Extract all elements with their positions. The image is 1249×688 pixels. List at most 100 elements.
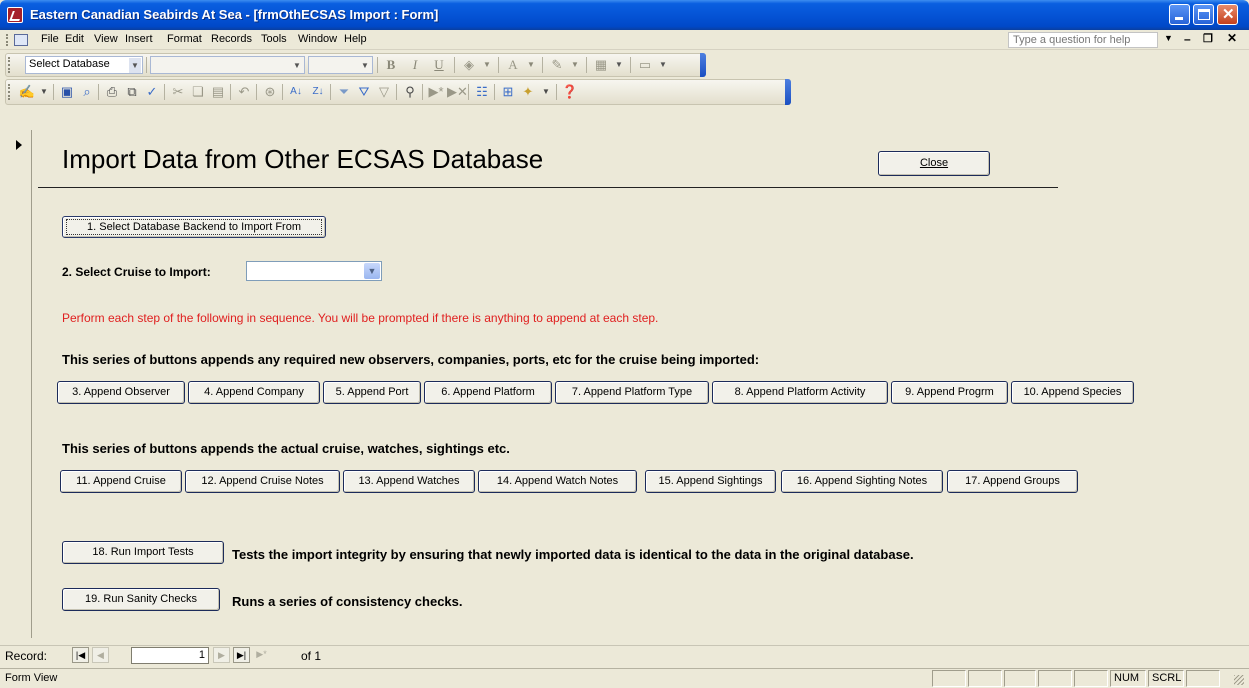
spelling-icon[interactable]: ✓ [143,83,161,101]
filter-by-form-icon[interactable]: ⛛ [355,83,373,101]
append-watches-button[interactable]: 13. Append Watches [343,470,475,493]
append-species-button[interactable]: 10. Append Species [1011,381,1134,404]
append-program-button[interactable]: 9. Append Progrm [891,381,1008,404]
menu-file[interactable]: File [41,33,59,45]
next-record-icon: ▶ [218,650,225,660]
new-record-icon[interactable]: ▶* [427,83,445,101]
print-preview-icon[interactable]: ⧉ [123,83,141,101]
menu-records[interactable]: Records [211,33,252,45]
select-database-backend-label: 1. Select Database Backend to Import Fro… [87,221,301,233]
previous-record-button[interactable]: ◀ [92,647,109,663]
font-combo[interactable]: ▼ [150,56,305,74]
lookup-heading: This series of buttons appends any requi… [62,352,760,367]
app-icon[interactable] [7,7,23,23]
italic-icon[interactable]: I [406,56,424,74]
resize-grip[interactable] [1234,675,1244,685]
chevron-down-icon[interactable]: ▼ [35,83,53,101]
append-sightings-button[interactable]: 15. Append Sightings [645,470,776,493]
new-record-button[interactable]: ▶* [253,647,270,663]
toolbar-grip[interactable] [8,84,11,100]
select-database-combo[interactable]: Select Database ▼ [25,56,143,74]
append-cruise-button[interactable]: 11. Append Cruise [60,470,182,493]
database-window-icon[interactable]: ⊞ [499,83,517,101]
line-color-icon[interactable]: ✎ [548,56,566,74]
doc-restore-icon[interactable]: ❐ [1203,32,1213,45]
chevron-down-icon[interactable]: ▼ [610,56,628,74]
help-icon[interactable]: ❓ [561,83,579,101]
doc-minimize-icon[interactable]: – [1184,32,1191,46]
filter-by-selection-icon[interactable]: ⏷ [335,83,353,101]
run-import-tests-button[interactable]: 18. Run Import Tests [62,541,224,564]
file-search-icon[interactable]: ⌕ [78,83,96,101]
menu-tools[interactable]: Tools [261,33,287,45]
doc-close-icon[interactable]: ✕ [1227,31,1237,45]
minimize-button[interactable] [1169,4,1190,25]
cut-icon[interactable]: ✂ [169,83,187,101]
help-dropdown-icon[interactable]: ▼ [1164,33,1173,43]
append-watch-notes-button[interactable]: 14. Append Watch Notes [478,470,637,493]
close-window-button[interactable]: ✕ [1217,4,1238,25]
help-search-input[interactable]: Type a question for help [1008,32,1158,48]
menu-format[interactable]: Format [167,33,202,45]
chevron-down-icon[interactable]: ▼ [537,83,555,101]
bold-icon[interactable]: B [382,56,400,74]
record-selector[interactable] [10,130,32,638]
form-icon[interactable] [14,34,28,46]
maximize-button[interactable] [1193,4,1214,25]
cruise-combo[interactable]: ▼ [246,261,382,281]
save-icon[interactable]: ▣ [58,83,76,101]
hyperlink-icon[interactable]: ⊛ [261,83,279,101]
close-form-button[interactable]: Close [878,151,990,176]
copy-icon[interactable]: ❏ [189,83,207,101]
properties-icon[interactable]: ☷ [473,83,491,101]
append-platform-button[interactable]: 6. Append Platform [424,381,552,404]
append-company-button[interactable]: 4. Append Company [188,381,320,404]
chevron-down-icon[interactable]: ▼ [478,56,496,74]
chevron-down-icon[interactable]: ▼ [654,56,672,74]
undo-icon[interactable]: ↶ [235,83,253,101]
record-number-input[interactable]: 1 [131,647,209,664]
fill-color-icon[interactable]: ◈ [460,56,478,74]
toolbar-options-button[interactable] [700,53,706,77]
sort-descending-icon[interactable]: Z↓ [309,83,327,101]
underline-icon[interactable]: U [430,56,448,74]
menu-help[interactable]: Help [344,33,367,45]
menu-window[interactable]: Window [298,33,337,45]
font-size-combo[interactable]: ▼ [308,56,373,74]
toolbar-options-button[interactable] [785,79,791,105]
chevron-down-icon[interactable]: ▼ [566,56,584,74]
menu-view[interactable]: View [94,33,118,45]
new-object-icon[interactable]: ✦ [519,83,537,101]
append-observer-button[interactable]: 3. Append Observer [57,381,185,404]
print-icon[interactable]: ⎙ [103,83,121,101]
select-database-backend-button[interactable]: 1. Select Database Backend to Import Fro… [62,216,326,238]
chevron-down-icon[interactable]: ▼ [364,263,380,279]
append-port-button[interactable]: 5. Append Port [323,381,421,404]
run-sanity-checks-button[interactable]: 19. Run Sanity Checks [62,588,220,611]
append-sighting-notes-button[interactable]: 16. Append Sighting Notes [781,470,943,493]
next-record-button[interactable]: ▶ [213,647,230,663]
num-lock-indicator: NUM [1110,670,1146,687]
chevron-down-icon[interactable]: ▼ [522,56,540,74]
append-cruise-notes-button[interactable]: 12. Append Cruise Notes [185,470,340,493]
maximize-icon [1198,9,1210,20]
font-color-icon[interactable]: A [504,56,522,74]
line-width-icon[interactable]: ▦ [592,56,610,74]
last-record-button[interactable]: ▶| [233,647,250,663]
append-platform-activity-button[interactable]: 8. Append Platform Activity [712,381,888,404]
sort-ascending-icon[interactable]: A↓ [287,83,305,101]
view-icon[interactable]: ✍ [18,83,36,101]
apply-filter-icon[interactable]: ▽ [375,83,393,101]
delete-record-icon[interactable]: ▶✕ [447,83,468,101]
find-icon[interactable]: ⚲ [401,83,419,101]
menu-edit[interactable]: Edit [65,33,84,45]
menu-insert[interactable]: Insert [125,33,153,45]
paste-icon[interactable]: ▤ [209,83,227,101]
menubar-grip[interactable] [6,34,9,46]
special-effect-icon[interactable]: ▭ [636,56,654,74]
toolbar-grip[interactable] [8,57,11,73]
append-platform-type-button[interactable]: 7. Append Platform Type [555,381,709,404]
status-panel [968,670,1002,687]
append-groups-button[interactable]: 17. Append Groups [947,470,1078,493]
first-record-button[interactable]: |◀ [72,647,89,663]
